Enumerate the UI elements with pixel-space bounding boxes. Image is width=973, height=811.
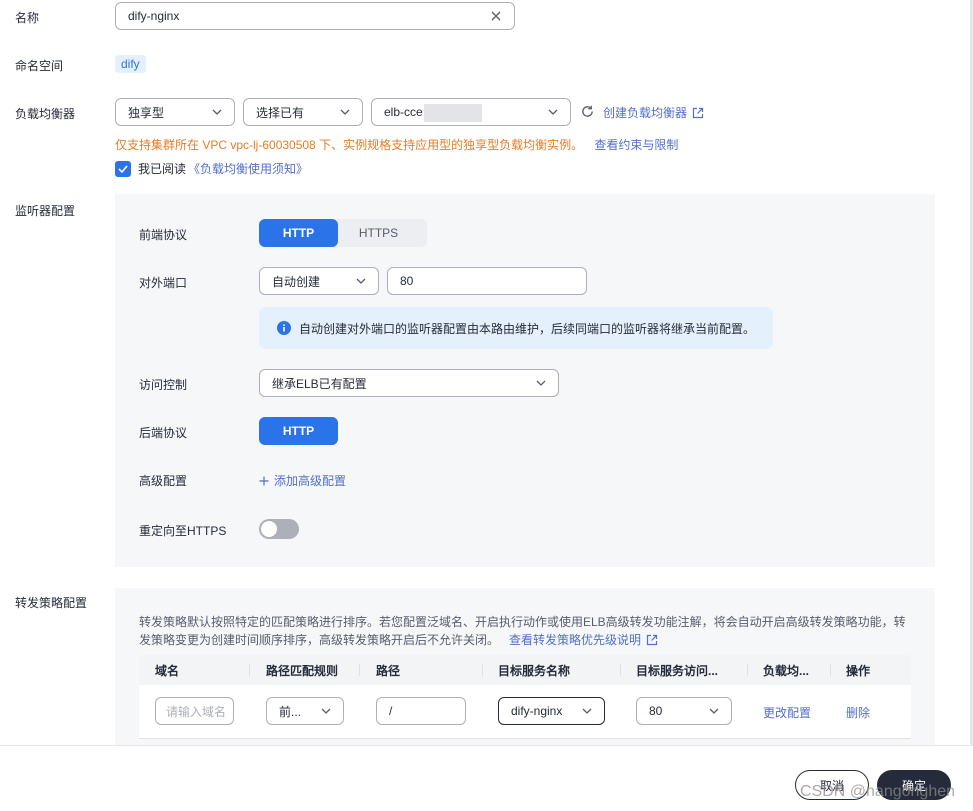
redacted-block xyxy=(424,104,482,122)
domain-input[interactable]: 请输入域名 xyxy=(155,697,234,725)
col-lb: 负载均... xyxy=(763,663,810,678)
check-icon xyxy=(118,164,128,173)
col-path: 路径 xyxy=(376,663,401,678)
forwarding-table: 域名 路径匹配规则 路径 目标服务名称 目标服务访问... 负载均... 操作 … xyxy=(139,655,911,739)
access-control-label: 访问控制 xyxy=(139,378,188,392)
listener-info-banner: 自动创建对外端口的监听器配置由本路由维护，后续同端口的监听器将继承当前配置。 xyxy=(259,307,773,349)
agree-checkbox-row: 我已阅读 《负载均衡使用须知》 xyxy=(115,160,308,177)
col-separator xyxy=(747,664,748,676)
protocol-http-option[interactable]: HTTP xyxy=(259,219,338,247)
frontend-protocol-label: 前端协议 xyxy=(139,228,188,242)
namespace-tag: dify xyxy=(115,55,146,73)
info-icon xyxy=(277,321,291,335)
col-domain: 域名 xyxy=(155,663,180,678)
plus-icon xyxy=(259,476,269,485)
chevron-down-icon xyxy=(321,708,331,714)
lb-type-select[interactable]: 独享型 xyxy=(115,98,235,126)
load-balancer-label: 负载均衡器 xyxy=(15,107,76,121)
match-rule-select[interactable]: 前... xyxy=(266,697,344,725)
chevron-down-icon xyxy=(548,109,558,115)
col-service: 目标服务名称 xyxy=(498,663,571,678)
lb-notice-link[interactable]: 《负载均衡使用须知》 xyxy=(188,160,308,177)
service-port-select[interactable]: 80 xyxy=(636,697,732,725)
access-control-select[interactable]: 继承ELB已有配置 xyxy=(259,369,559,397)
advanced-config-label: 高级配置 xyxy=(139,474,188,488)
clear-icon[interactable] xyxy=(490,10,502,22)
path-input[interactable]: / xyxy=(376,697,466,725)
col-separator xyxy=(359,664,360,676)
refresh-icon[interactable] xyxy=(580,104,595,119)
col-separator xyxy=(482,664,483,676)
col-separator xyxy=(830,664,831,676)
redirect-https-label: 重定向至HTTPS xyxy=(139,524,227,538)
namespace-label: 命名空间 xyxy=(15,59,64,73)
name-label: 名称 xyxy=(15,11,40,25)
col-match-rule: 路径匹配规则 xyxy=(266,663,339,678)
priority-doc-link[interactable]: 查看转发策略优先级说明 xyxy=(509,631,641,649)
redirect-https-toggle[interactable] xyxy=(259,519,299,539)
forwarding-description: 转发策略默认按照特定的匹配策略进行排序。若您配置泛域名、开启执行动作或使用ELB… xyxy=(139,615,906,649)
col-actions: 操作 xyxy=(846,663,871,678)
name-value: dify-nginx xyxy=(128,9,180,23)
protocol-https-option[interactable]: HTTPS xyxy=(330,219,427,247)
external-link-icon xyxy=(692,107,704,118)
chevron-down-icon xyxy=(709,708,719,714)
port-input[interactable]: 80 xyxy=(387,267,587,295)
service-select[interactable]: dify-nginx xyxy=(498,697,605,725)
table-header: 域名 路径匹配规则 路径 目标服务名称 目标服务访问... 负载均... 操作 xyxy=(139,655,911,685)
col-separator xyxy=(249,664,250,676)
delete-link[interactable]: 删除 xyxy=(846,704,870,721)
col-separator xyxy=(620,664,621,676)
watermark: CSDN @nangonghen xyxy=(800,783,956,800)
create-lb-link[interactable]: 创建负载均衡器 xyxy=(603,104,704,121)
add-advanced-config-link[interactable]: 添加高级配置 xyxy=(259,472,346,489)
table-row: 请输入域名 前... / dify-nginx 80 更改配置 删除 xyxy=(139,685,911,739)
name-input[interactable]: dify-nginx xyxy=(115,2,515,30)
lb-warning-text: 仅支持集群所在 VPC vpc-lj-60030508 下、实例规格支持应用型的… xyxy=(115,138,679,152)
lb-instance-select[interactable]: elb-cce xyxy=(371,98,571,126)
lb-mode-select[interactable]: 选择已有 xyxy=(243,98,363,126)
backend-http-option[interactable]: HTTP xyxy=(259,417,338,445)
forwarding-config-label: 转发策略配置 xyxy=(15,596,88,610)
chevron-down-icon xyxy=(582,708,592,714)
backend-protocol-label: 后端协议 xyxy=(139,426,188,440)
constraint-link[interactable]: 查看约束与限制 xyxy=(594,138,678,152)
agree-checkbox[interactable] xyxy=(115,160,131,177)
edit-config-link[interactable]: 更改配置 xyxy=(763,704,811,721)
chevron-down-icon xyxy=(212,109,222,115)
port-mode-select[interactable]: 自动创建 xyxy=(259,267,379,295)
external-port-label: 对外端口 xyxy=(139,276,188,290)
chevron-down-icon xyxy=(340,109,350,115)
external-link-icon xyxy=(646,634,658,646)
chevron-down-icon xyxy=(536,380,546,386)
col-service-port: 目标服务访问... xyxy=(636,663,719,678)
chevron-down-icon xyxy=(356,278,366,284)
listener-config-label: 监听器配置 xyxy=(15,204,76,218)
